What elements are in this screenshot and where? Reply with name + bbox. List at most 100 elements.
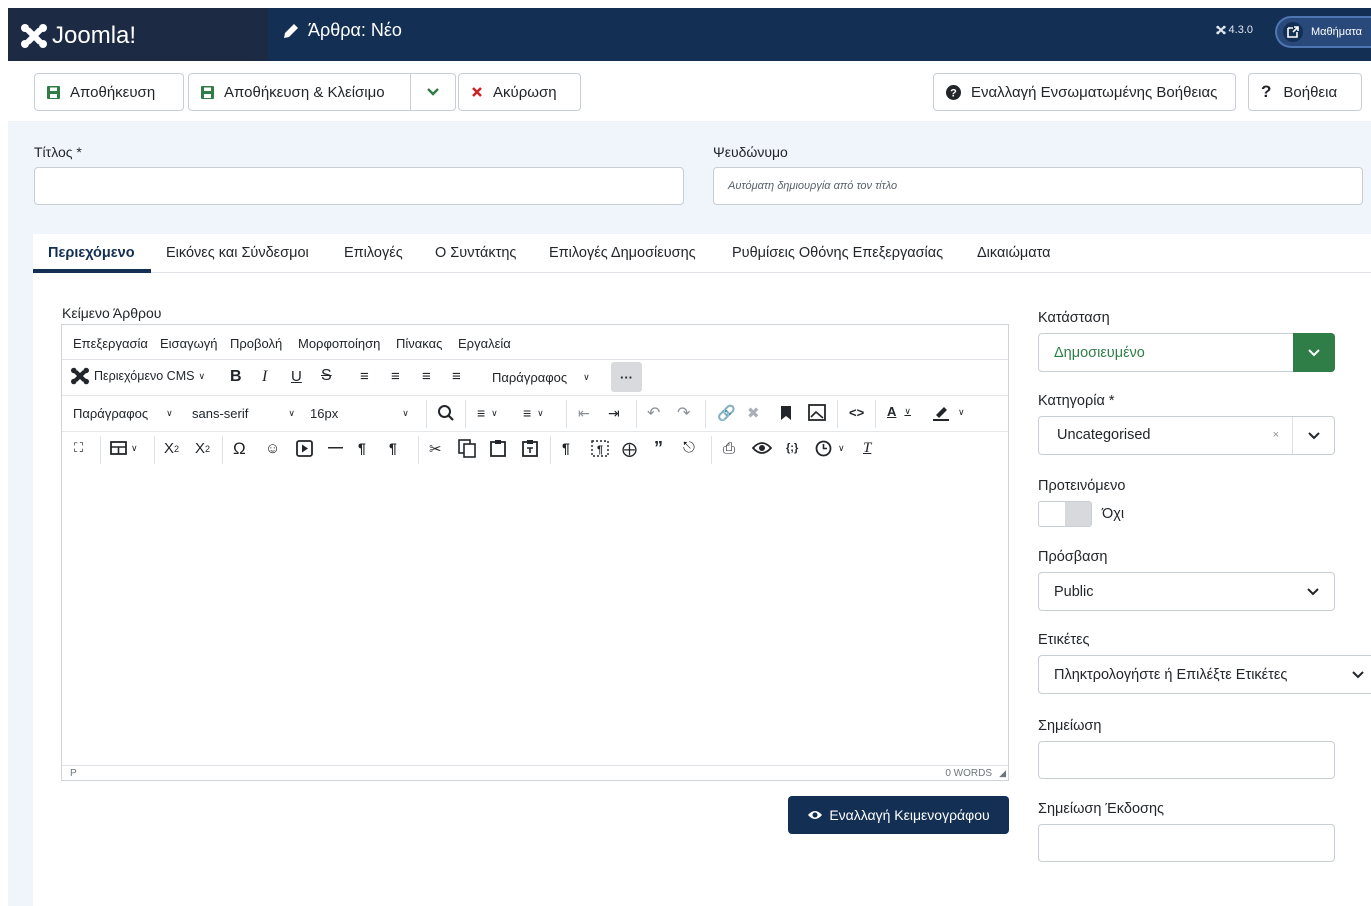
rtl-icon[interactable]: ¶ <box>389 440 397 456</box>
chevron-down-icon: ∨ <box>583 372 590 382</box>
category-select[interactable]: Uncategorised × <box>1038 416 1335 455</box>
cut-icon[interactable]: ✂ <box>429 440 442 458</box>
title-input[interactable] <box>34 167 684 205</box>
font-family-select[interactable]: sans-serif ∨ <box>192 406 295 421</box>
underline-icon[interactable]: U <box>291 368 302 385</box>
print-icon[interactable]: ⎙ <box>723 440 735 457</box>
align-center-icon[interactable]: ≡ <box>391 368 400 385</box>
search-replace-icon[interactable] <box>437 404 455 422</box>
element-path[interactable]: P <box>70 768 77 779</box>
bookmark-icon[interactable] <box>780 405 792 421</box>
version-note-input[interactable] <box>1038 824 1335 862</box>
save-options-dropdown[interactable] <box>410 73 456 111</box>
redo-icon[interactable]: ↷ <box>677 403 690 423</box>
font-size-select[interactable]: 16px ∨ <box>310 406 409 421</box>
emoticons-icon[interactable]: ☺ <box>265 440 280 457</box>
menu-tools[interactable]: Εργαλεία <box>458 336 511 351</box>
cancel-label: Ακύρωση <box>493 83 557 101</box>
tab-author[interactable]: Ο Συντάκτης <box>435 245 516 261</box>
toggle-editor-button[interactable]: Εναλλαγή Κειμενογράφου <box>788 796 1009 834</box>
joomla-logo[interactable]: Joomla! <box>20 22 136 50</box>
tab-permissions[interactable]: Δικαιώματα <box>977 245 1051 261</box>
menu-insert[interactable]: Εισαγωγή <box>160 336 217 351</box>
status-select[interactable]: Δημοσιευμένο <box>1038 333 1335 372</box>
template-icon[interactable]: {;} <box>786 442 798 454</box>
preview-icon[interactable] <box>752 441 772 455</box>
text-color-icon[interactable]: A ∨ <box>887 404 911 419</box>
save-close-button[interactable]: Αποθήκευση & Κλείσιμο <box>188 73 411 111</box>
block-format-value: Παράγραφος <box>492 370 568 385</box>
strikethrough-icon[interactable]: S <box>321 367 332 385</box>
page-title: Άρθρα: Νέο <box>282 20 402 41</box>
code-icon[interactable]: <> <box>849 405 864 420</box>
align-right-icon[interactable]: ≡ <box>422 368 431 385</box>
clock-icon[interactable]: ∨ <box>815 440 845 457</box>
alias-input[interactable]: Αυτόματη δημιουργία από τον τίτλο <box>713 167 1363 205</box>
block-format-select[interactable]: Παράγραφος ∨ <box>492 370 590 385</box>
clear-formatting-icon[interactable]: T <box>863 440 871 457</box>
stamp-icon[interactable]: ⎋ <box>683 439 695 456</box>
tab-content[interactable]: Περιεχόμενο <box>48 245 135 261</box>
tab-editor-config[interactable]: Ρυθμίσεις Οθόνης Επεξεργασίας <box>732 245 943 261</box>
undo-icon[interactable]: ↶ <box>647 403 660 423</box>
menu-view[interactable]: Προβολή <box>230 336 282 351</box>
editor-content-area[interactable] <box>62 468 1008 765</box>
inline-help-toggle[interactable]: ? Εναλλαγή Ενσωματωμένης Βοήθειας <box>933 73 1236 111</box>
chevron-down-icon <box>1337 656 1371 693</box>
numbered-list-icon[interactable]: ≡ ∨ <box>523 405 544 421</box>
paste-text-icon[interactable] <box>522 439 538 457</box>
visual-chars-icon[interactable]: ¶ <box>562 440 570 456</box>
align-left-icon[interactable]: ≡ <box>360 368 369 385</box>
page-title-text: Άρθρα: Νέο <box>308 20 402 40</box>
fullscreen-icon[interactable]: ⛶ <box>74 440 83 456</box>
featured-toggle[interactable] <box>1038 501 1092 527</box>
tab-images-links[interactable]: Εικόνες και Σύνδεσμοι <box>166 245 309 261</box>
title-area: Άρθρα: Νέο 4.3.0 Μαθήματα <box>268 8 1371 61</box>
resize-handle-icon[interactable]: ◢ <box>999 768 1006 779</box>
table-icon[interactable]: ∨ <box>110 441 138 455</box>
highlight-color-icon[interactable]: ∨ <box>932 404 965 421</box>
italic-icon[interactable]: I <box>262 368 267 386</box>
bold-icon[interactable]: B <box>230 368 242 386</box>
cms-content-button[interactable]: Περιεχόμενο CMS ∨ <box>70 367 205 385</box>
editor-menubar: Επεξεργασία Εισαγωγή Προβολή Μορφοποίηση… <box>62 325 1008 360</box>
menu-format[interactable]: Μορφοποίηση <box>298 336 380 351</box>
help-button[interactable]: ? Βοήθεια <box>1248 73 1362 111</box>
toggle-editor-label: Εναλλαγή Κειμενογράφου <box>829 807 990 823</box>
lessons-button[interactable]: Μαθήματα <box>1275 16 1371 48</box>
status-value: Δημοσιευμένο <box>1054 345 1145 361</box>
version-badge: 4.3.0 <box>1215 24 1253 36</box>
note-input[interactable] <box>1038 741 1335 779</box>
superscript-icon[interactable]: X2 <box>195 440 210 457</box>
menu-table[interactable]: Πίνακας <box>396 336 442 351</box>
access-select[interactable]: Public <box>1038 572 1335 611</box>
media-icon[interactable] <box>296 440 313 457</box>
menu-edit[interactable]: Επεξεργασία <box>73 336 148 351</box>
subscript-icon[interactable]: X2 <box>164 440 179 457</box>
indent-icon[interactable]: ⇥ <box>608 405 620 422</box>
blockquote-icon[interactable]: ” <box>654 438 663 459</box>
insert-datetime-anchor-icon[interactable]: ⨁ <box>622 440 637 458</box>
copy-icon[interactable] <box>458 439 476 458</box>
link-icon[interactable]: 🔗 <box>717 404 736 422</box>
save-button[interactable]: Αποθήκευση <box>34 73 184 111</box>
save-label: Αποθήκευση <box>70 83 156 101</box>
align-justify-icon[interactable]: ≡ <box>452 368 461 385</box>
horizontal-line-icon[interactable]: — <box>328 439 343 456</box>
special-character-icon[interactable]: Ω <box>233 439 246 459</box>
tab-publishing[interactable]: Επιλογές Δημοσίευσης <box>549 245 696 261</box>
bullet-list-icon[interactable]: ≡ ∨ <box>477 405 498 421</box>
paste-icon[interactable] <box>490 439 506 457</box>
more-toolbar-icon[interactable]: ··· <box>611 362 642 392</box>
tab-options[interactable]: Επιλογές <box>344 245 403 261</box>
tags-select[interactable]: Πληκτρολογήστε ή Επιλέξτε Ετικέτες <box>1038 655 1371 694</box>
word-count[interactable]: 0 WORDS <box>945 768 992 779</box>
ltr-icon[interactable]: ¶ <box>358 440 366 456</box>
cancel-button[interactable]: Ακύρωση <box>458 73 581 111</box>
paragraph-format-select[interactable]: Παράγραφος ∨ <box>73 406 173 421</box>
clear-icon[interactable]: × <box>1273 429 1279 441</box>
image-icon[interactable] <box>808 404 826 421</box>
unlink-icon[interactable]: ✖ <box>747 404 760 422</box>
outdent-icon[interactable]: ⇤ <box>578 405 590 422</box>
visual-blocks-icon[interactable]: ¶ <box>591 440 609 457</box>
